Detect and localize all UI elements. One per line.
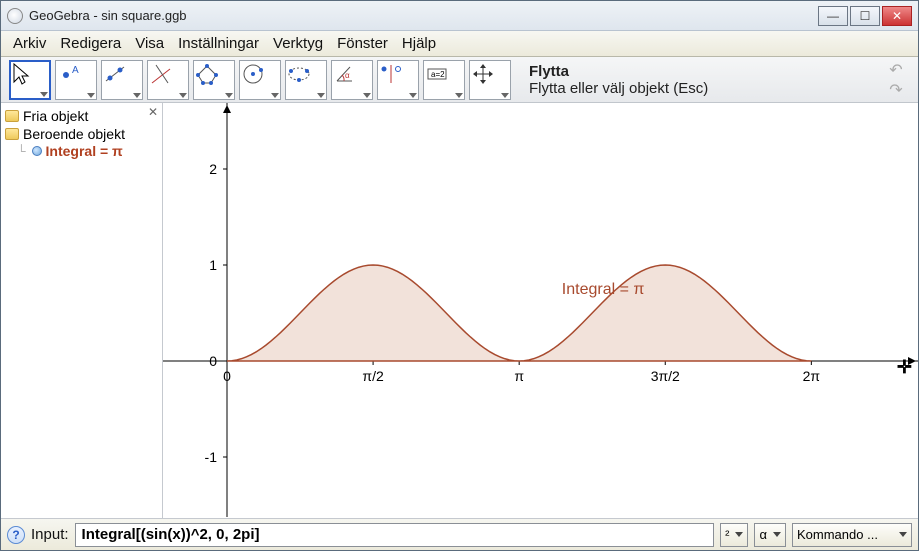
transform-icon [378, 61, 404, 87]
window-buttons: — ☐ ✕ [818, 6, 912, 26]
menu-installningar[interactable]: Inställningar [172, 33, 265, 54]
tree-connector-icon: └ [17, 144, 26, 158]
point-icon: A [56, 61, 82, 87]
arrow-cursor-icon [11, 62, 31, 86]
folder-icon [5, 110, 19, 122]
redo-icon[interactable]: ↷ [886, 81, 906, 99]
cursor-crosshair-icon: ✛ [897, 357, 912, 378]
line-icon [102, 61, 128, 87]
svg-text:α: α [345, 71, 350, 80]
dropdown-icon[interactable] [179, 93, 187, 98]
window-title: GeoGebra - sin square.ggb [29, 8, 818, 23]
command-input[interactable] [75, 523, 715, 547]
tool-circle[interactable] [239, 60, 281, 100]
menu-arkiv[interactable]: Arkiv [7, 33, 52, 54]
angle-icon: α [332, 61, 358, 87]
command-combo[interactable]: Kommando ... [792, 523, 912, 547]
svg-text:π/2: π/2 [362, 368, 384, 384]
close-panel-icon[interactable]: ✕ [148, 105, 158, 119]
svg-text:0: 0 [223, 368, 231, 384]
exponent-combo[interactable]: ² [720, 523, 748, 547]
menu-verktyg[interactable]: Verktyg [267, 33, 329, 54]
menubar: Arkiv Redigera Visa Inställningar Verkty… [1, 31, 918, 57]
input-bar: ? Input: ² α Kommando ... [1, 518, 918, 550]
tool-conic[interactable] [285, 60, 327, 100]
tool-transform[interactable] [377, 60, 419, 100]
dropdown-icon[interactable] [271, 93, 279, 98]
maximize-button[interactable]: ☐ [850, 6, 880, 26]
svg-text:2π: 2π [803, 368, 821, 384]
algebra-view[interactable]: ✕ Fria objekt Beroende objekt └ Integral… [1, 103, 163, 518]
menu-redigera[interactable]: Redigera [54, 33, 127, 54]
minimize-button[interactable]: — [818, 6, 848, 26]
object-dot-icon [32, 146, 42, 156]
perpendicular-icon [148, 61, 174, 87]
dropdown-icon [899, 532, 907, 537]
polygon-icon [194, 61, 220, 87]
dropdown-icon[interactable] [501, 93, 509, 98]
help-icon[interactable]: ? [7, 526, 25, 544]
app-icon [7, 8, 23, 24]
dropdown-icon[interactable] [455, 93, 463, 98]
conic-icon [286, 61, 312, 87]
tool-move[interactable] [9, 60, 51, 100]
dropdown-icon[interactable] [363, 93, 371, 98]
tool-polygon[interactable] [193, 60, 235, 100]
menu-fonster[interactable]: Fönster [331, 33, 394, 54]
graphics-view[interactable]: -1 0 1 2 0 π/2 π 3π/2 2π Integral = π ✛ [163, 103, 918, 518]
undo-icon[interactable]: ↶ [886, 61, 906, 79]
dropdown-icon[interactable] [409, 93, 417, 98]
menu-visa[interactable]: Visa [129, 33, 170, 54]
plot-svg: -1 0 1 2 0 π/2 π 3π/2 2π Integral = π [163, 103, 918, 517]
dropdown-icon[interactable] [317, 93, 325, 98]
circle-icon [240, 61, 266, 87]
tree-dependent-objects[interactable]: Beroende objekt [3, 125, 160, 143]
svg-text:1: 1 [209, 257, 217, 273]
dropdown-icon[interactable] [225, 93, 233, 98]
svg-text:π: π [514, 368, 524, 384]
svg-text:a=2: a=2 [431, 70, 445, 79]
svg-text:0: 0 [209, 353, 217, 369]
tool-perpendicular[interactable] [147, 60, 189, 100]
titlebar[interactable]: GeoGebra - sin square.ggb — ☐ ✕ [1, 1, 918, 31]
toolbar: A α a=2 [1, 57, 918, 103]
dropdown-icon[interactable] [87, 93, 95, 98]
svg-text:-1: -1 [205, 449, 218, 465]
move-view-icon [470, 61, 496, 87]
slider-icon: a=2 [424, 61, 450, 87]
input-label: Input: [31, 526, 69, 543]
dropdown-icon[interactable] [40, 92, 48, 97]
tool-hint: Flytta eller välj objekt (Esc) [529, 80, 882, 97]
tool-line[interactable] [101, 60, 143, 100]
symbol-combo[interactable]: α [754, 523, 786, 547]
tree-free-objects[interactable]: Fria objekt [3, 107, 160, 125]
tool-angle[interactable]: α [331, 60, 373, 100]
svg-text:A: A [72, 65, 79, 76]
integral-label: Integral = π [46, 143, 123, 159]
tree-label-free: Fria objekt [23, 108, 88, 124]
tool-move-view[interactable] [469, 60, 511, 100]
tool-point[interactable]: A [55, 60, 97, 100]
tree-item-integral[interactable]: └ Integral = π [17, 143, 160, 159]
tool-info: Flytta Flytta eller välj objekt (Esc) [515, 63, 882, 97]
tool-slider[interactable]: a=2 [423, 60, 465, 100]
app-window: GeoGebra - sin square.ggb — ☐ ✕ Arkiv Re… [0, 0, 919, 551]
dropdown-icon[interactable] [133, 93, 141, 98]
toolbar-side: ↶ ↷ [886, 61, 910, 99]
menu-hjalp[interactable]: Hjälp [396, 33, 442, 54]
close-button[interactable]: ✕ [882, 6, 912, 26]
dropdown-icon [735, 532, 743, 537]
folder-icon [5, 128, 19, 140]
tree-label-dep: Beroende objekt [23, 126, 125, 142]
svg-text:Integral = π: Integral = π [562, 281, 645, 298]
svg-text:2: 2 [209, 161, 217, 177]
body: ✕ Fria objekt Beroende objekt └ Integral… [1, 103, 918, 518]
dropdown-icon [773, 532, 781, 537]
svg-text:3π/2: 3π/2 [651, 368, 680, 384]
tool-title: Flytta [529, 63, 882, 80]
